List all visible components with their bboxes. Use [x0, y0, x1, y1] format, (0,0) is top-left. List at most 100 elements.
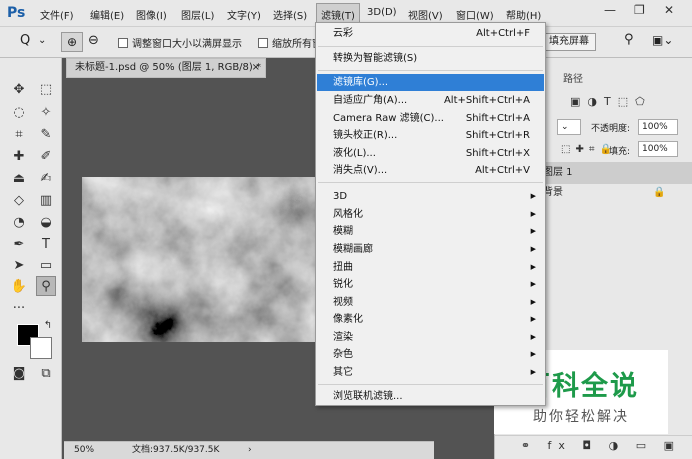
menu-item-label: 模糊画廊: [333, 244, 373, 255]
menu-type[interactable]: 文字(Y): [227, 7, 261, 22]
submenu-arrow-icon: ▶: [530, 280, 536, 288]
background-color-swatch[interactable]: [30, 337, 52, 359]
menu-layer[interactable]: 图层(L): [181, 7, 214, 22]
layer-filter-icons[interactable]: ▣◑T⬚⬠: [570, 95, 652, 108]
brush-tool-icon[interactable]: ✐: [36, 147, 56, 167]
move-tool-icon[interactable]: ✥: [9, 80, 29, 100]
blur-tool-icon[interactable]: ◔: [9, 213, 29, 233]
menu-help[interactable]: 帮助(H): [506, 7, 541, 22]
menu-item-filter-gallery[interactable]: 滤镜库(G)...: [317, 74, 544, 91]
menu-select[interactable]: 选择(S): [273, 7, 307, 22]
search-icon[interactable]: ⚲: [624, 32, 634, 47]
menu-item-lens-correction[interactable]: 镜头校正(R)... Shift+Ctrl+R: [317, 127, 544, 144]
hand-tool-icon[interactable]: ✋: [9, 277, 29, 297]
more-tools-icon[interactable]: ···: [9, 299, 29, 319]
zoom-out-icon[interactable]: ⊖: [88, 33, 99, 48]
opacity-field[interactable]: 100%: [638, 119, 678, 135]
menu-item-label: 消失点(V)...: [333, 165, 388, 176]
resize-windows-checkbox[interactable]: 调整窗口大小以满屏显示: [118, 35, 242, 50]
zoom-level-field[interactable]: 50%: [74, 442, 94, 458]
dodge-tool-icon[interactable]: ◒: [36, 213, 56, 233]
zoom-tool-icon[interactable]: Q: [20, 33, 30, 48]
document-size-info: 文档:937.5K/937.5K: [132, 445, 220, 455]
zoom-tool-icon[interactable]: ⚲: [36, 276, 56, 296]
menu-item-label: 像素化: [333, 314, 363, 325]
fill-screen-button[interactable]: 填充屏幕: [542, 33, 596, 51]
menu-3d[interactable]: 3D(D): [367, 7, 397, 18]
menu-item-3d[interactable]: 3D ▶: [317, 188, 544, 205]
tool-preset-chevron-icon[interactable]: ⌄: [38, 35, 46, 46]
document-canvas[interactable]: [82, 177, 322, 342]
layers-bottom-toolbar[interactable]: ⚭ fx ◘ ◑ ▭ ▣ 🗑: [495, 435, 692, 457]
zoom-all-checkbox[interactable]: 缩放所有窗: [258, 35, 322, 50]
menu-item-blur-gallery[interactable]: 模糊画廊 ▶: [317, 241, 544, 258]
eraser-tool-icon[interactable]: ◇: [9, 191, 29, 211]
pen-tool-icon[interactable]: ✒: [9, 235, 29, 255]
menu-item-render[interactable]: 渲染 ▶: [317, 329, 544, 346]
menu-item-pixelate[interactable]: 像素化 ▶: [317, 311, 544, 328]
menu-item-shortcut: Shift+Ctrl+R: [465, 130, 530, 141]
screen-mode-icon[interactable]: ⧉: [36, 364, 56, 384]
swap-colors-icon[interactable]: ↰: [38, 316, 58, 336]
close-document-icon[interactable]: ×: [252, 59, 260, 77]
watermark-subtitle: 助你轻松解决: [533, 409, 629, 425]
restore-icon[interactable]: ❐: [634, 3, 645, 17]
menu-item-noise[interactable]: 杂色 ▶: [317, 346, 544, 363]
menu-item-label: 视频: [333, 297, 353, 308]
menu-item-other[interactable]: 其它 ▶: [317, 364, 544, 381]
zoom-in-icon[interactable]: ⊕: [61, 32, 83, 52]
magic-wand-icon[interactable]: ✧: [36, 103, 56, 123]
menu-image[interactable]: 图像(I): [136, 7, 167, 22]
clone-stamp-icon[interactable]: ⏏: [9, 169, 29, 189]
status-menu-arrow-icon[interactable]: ›: [248, 442, 252, 458]
submenu-arrow-icon: ▶: [530, 315, 536, 323]
path-selection-icon[interactable]: ➤: [9, 256, 29, 276]
gradient-tool-icon[interactable]: ▥: [36, 191, 56, 211]
menu-item-label: 渲染: [333, 332, 353, 343]
menu-item-blur[interactable]: 模糊 ▶: [317, 223, 544, 240]
menu-item-label: 滤镜库(G)...: [333, 77, 389, 88]
layer-name: 背景: [543, 187, 563, 198]
menu-item-distort[interactable]: 扭曲 ▶: [317, 259, 544, 276]
menu-separator: [318, 384, 543, 385]
quick-mask-icon[interactable]: ◙: [9, 364, 29, 384]
menu-item-vanishing-point[interactable]: 消失点(V)... Alt+Ctrl+V: [317, 162, 544, 179]
menu-item-label: 转换为智能滤镜(S): [333, 53, 418, 64]
menu-item-camera-raw[interactable]: Camera Raw 滤镜(C)... Shift+Ctrl+A: [317, 110, 544, 127]
lock-icon: 🔒: [653, 187, 666, 198]
history-brush-icon[interactable]: ✍: [36, 169, 56, 189]
minimize-icon[interactable]: —: [604, 3, 616, 17]
close-window-icon[interactable]: ✕: [664, 3, 674, 17]
menu-item-label: 液化(L)...: [333, 148, 376, 159]
tools-panel: ✥ ⬚ ◌ ✧ ⌗ ✎ ✚ ✐ ⏏ ✍ ◇ ▥ ◔ ◒ ✒ T ➤ ▭ ✋ ⚲ …: [0, 58, 62, 459]
menu-item-liquify[interactable]: 液化(L)... Shift+Ctrl+X: [317, 145, 544, 162]
menu-item-shortcut: Shift+Ctrl+A: [465, 113, 530, 124]
crop-tool-icon[interactable]: ⌗: [9, 125, 29, 145]
document-tab[interactable]: 未标题-1.psd @ 50% (图层 1, RGB/8) * ×: [66, 58, 266, 78]
healing-brush-icon[interactable]: ✚: [9, 147, 29, 167]
menu-item-adaptive-wide-angle[interactable]: 自适应广角(A)... Alt+Shift+Ctrl+A: [317, 92, 544, 109]
lasso-tool-icon[interactable]: ◌: [9, 103, 29, 123]
menu-item-browse-online-filters[interactable]: 浏览联机滤镜...: [317, 388, 544, 405]
menu-item-sharpen[interactable]: 锐化 ▶: [317, 276, 544, 293]
rectangle-tool-icon[interactable]: ▭: [36, 256, 56, 276]
menu-edit[interactable]: 编辑(E): [90, 7, 124, 22]
submenu-arrow-icon: ▶: [530, 210, 536, 218]
menu-window[interactable]: 窗口(W): [456, 7, 494, 22]
menu-item-clouds[interactable]: 云彩 Alt+Ctrl+F: [317, 25, 544, 42]
menu-item-video[interactable]: 视频 ▶: [317, 294, 544, 311]
menu-file[interactable]: 文件(F): [40, 7, 74, 22]
type-tool-icon[interactable]: T: [36, 235, 56, 255]
tab-paths[interactable]: 路径: [563, 70, 583, 85]
menu-item-stylize[interactable]: 风格化 ▶: [317, 206, 544, 223]
marquee-tool-icon[interactable]: ⬚: [36, 80, 56, 100]
menu-item-label: 镜头校正(R)...: [333, 130, 398, 141]
menu-view[interactable]: 视图(V): [408, 7, 443, 22]
workspace-icon[interactable]: ▣⌄: [652, 33, 673, 47]
blend-mode-select[interactable]: ⌄: [557, 119, 581, 135]
fill-field[interactable]: 100%: [638, 141, 678, 157]
menu-item-convert-smart-filter[interactable]: 转换为智能滤镜(S): [317, 50, 544, 67]
submenu-arrow-icon: ▶: [530, 227, 536, 235]
document-tab-title: 未标题-1.psd @ 50% (图层 1, RGB/8) *: [75, 62, 261, 73]
eyedropper-icon[interactable]: ✎: [36, 125, 56, 145]
